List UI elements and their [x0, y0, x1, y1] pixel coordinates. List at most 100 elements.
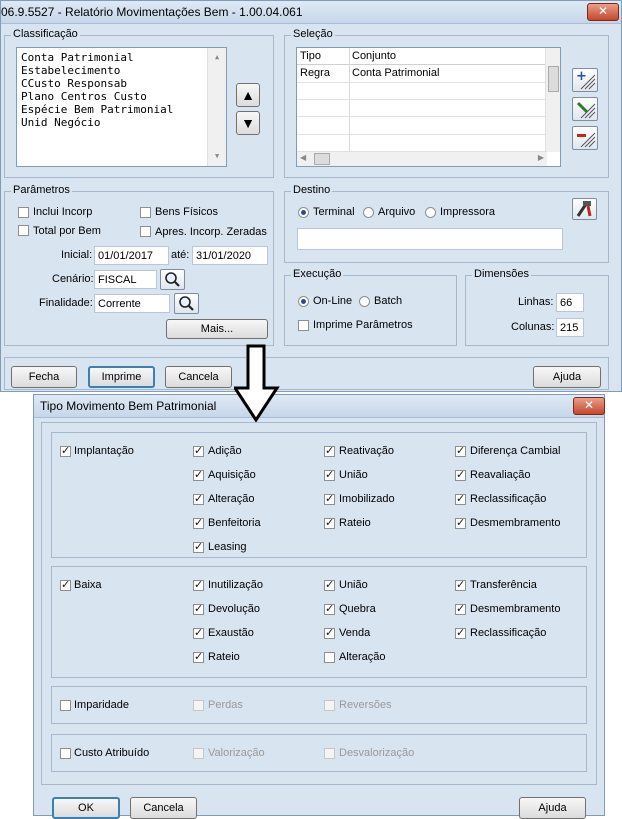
destino-path-field[interactable]	[297, 228, 563, 250]
total-por-bem-checkbox[interactable]	[18, 225, 29, 236]
mais-button[interactable]: Mais...	[166, 319, 268, 339]
online-label: On-Line	[313, 295, 353, 307]
finalidade-field[interactable]: Corrente	[94, 294, 170, 313]
search-icon	[165, 272, 180, 287]
column-header-tipo[interactable]: Tipo	[300, 50, 321, 62]
reclassificacao-checkbox[interactable]	[455, 492, 466, 505]
alteracao-checkbox[interactable]	[193, 492, 204, 505]
window-title: Tipo Movimento Bem Patrimonial	[40, 399, 217, 413]
table-row[interactable]: Regra Conta Patrimonial	[297, 65, 547, 82]
column-header-conjunto[interactable]: Conjunto	[352, 50, 396, 62]
list-item[interactable]: CCusto Responsab	[17, 77, 226, 90]
reversoes-checkbox[interactable]	[324, 700, 335, 711]
rateio-label: Rateio	[208, 651, 240, 663]
baixa-panel: Baixa Inutilização União Transferência D…	[51, 566, 587, 678]
leasing-checkbox[interactable]	[193, 540, 204, 553]
linhas-field[interactable]: 66	[556, 293, 584, 312]
list-item[interactable]: Plano Centros Custo	[17, 90, 226, 103]
rateio-label: Rateio	[339, 517, 371, 529]
devolucao-label: Devolução	[208, 603, 260, 615]
title-bar: Tipo Movimento Bem Patrimonial ✕	[34, 395, 605, 418]
scroll-thumb[interactable]	[548, 66, 559, 92]
desmembramento-checkbox[interactable]	[455, 516, 466, 529]
add-selection-button[interactable]: +	[572, 68, 598, 92]
edit-filter-icon	[576, 101, 596, 119]
arquivo-radio[interactable]	[363, 207, 374, 218]
scroll-thumb[interactable]	[314, 153, 330, 165]
desmembramento-label: Desmembramento	[470, 517, 561, 529]
list-item[interactable]: Unid Negócio	[17, 116, 226, 129]
online-radio[interactable]	[298, 296, 309, 307]
imprime-parametros-checkbox[interactable]	[298, 320, 309, 331]
exaustao-checkbox[interactable]	[193, 626, 204, 639]
rateio-checkbox[interactable]	[193, 650, 204, 663]
imobilizado-label: Imobilizado	[339, 493, 395, 505]
aquisicao-checkbox[interactable]	[193, 468, 204, 481]
batch-radio[interactable]	[359, 296, 370, 307]
baixa-checkbox[interactable]	[60, 578, 71, 591]
list-item[interactable]: Estabelecimento	[17, 64, 226, 77]
scroll-up-icon[interactable]: ▲	[211, 51, 219, 64]
close-button[interactable]: ✕	[587, 3, 619, 21]
impressora-radio[interactable]	[425, 207, 436, 218]
quebra-checkbox[interactable]	[324, 602, 335, 615]
selecao-grid[interactable]: Tipo Conjunto Regra Conta Patrimonial ◀ …	[296, 47, 561, 167]
imobilizado-checkbox[interactable]	[324, 492, 335, 505]
close-button[interactable]: ✕	[573, 397, 605, 415]
imprime-button[interactable]: Imprime	[88, 366, 155, 388]
inicial-date-field[interactable]: 01/01/2017	[94, 246, 169, 265]
grid-vscrollbar[interactable]	[545, 48, 560, 152]
apres-incorp-zeradas-checkbox[interactable]	[140, 226, 151, 237]
reclassificacao-checkbox[interactable]	[455, 626, 466, 639]
scroll-down-icon[interactable]: ▼	[211, 150, 219, 163]
terminal-radio[interactable]	[298, 207, 309, 218]
finalidade-search-button[interactable]	[174, 293, 199, 314]
desmembramento-checkbox[interactable]	[455, 602, 466, 615]
rateio-checkbox[interactable]	[324, 516, 335, 529]
remove-selection-button[interactable]	[572, 126, 598, 150]
uniao-checkbox[interactable]	[324, 578, 335, 591]
diferenca-cambial-checkbox[interactable]	[455, 444, 466, 457]
config-button[interactable]	[572, 198, 597, 220]
transferencia-checkbox[interactable]	[455, 578, 466, 591]
perdas-checkbox[interactable]	[193, 700, 204, 711]
implantacao-checkbox[interactable]	[60, 444, 71, 457]
scroll-right-icon[interactable]: ▶	[538, 153, 544, 162]
scroll-left-icon[interactable]: ◀	[300, 153, 306, 162]
valorizacao-checkbox[interactable]	[193, 748, 204, 759]
custo-atribuido-checkbox[interactable]	[60, 748, 71, 759]
edit-selection-button[interactable]	[572, 97, 598, 121]
desvalorizacao-checkbox[interactable]	[324, 748, 335, 759]
adicao-checkbox[interactable]	[193, 444, 204, 457]
grid-hscrollbar[interactable]: ◀ ▶	[297, 151, 547, 166]
alteracao-checkbox[interactable]	[324, 652, 335, 663]
cenario-field[interactable]: FISCAL	[94, 270, 157, 289]
alteracao-label: Alteração	[339, 651, 386, 663]
move-down-button[interactable]: ▼	[236, 111, 260, 135]
fecha-button[interactable]: Fecha	[11, 366, 77, 388]
list-item[interactable]: Conta Patrimonial	[17, 51, 226, 64]
destino-label: Destino	[291, 184, 333, 196]
alteracao-label: Alteração	[208, 493, 255, 505]
inclui-incorp-checkbox[interactable]	[18, 207, 29, 218]
reativacao-checkbox[interactable]	[324, 444, 335, 457]
imparidade-checkbox[interactable]	[60, 700, 71, 711]
devolucao-checkbox[interactable]	[193, 602, 204, 615]
move-up-button[interactable]: ▲	[236, 83, 260, 107]
list-item[interactable]: Espécie Bem Patrimonial	[17, 103, 226, 116]
ajuda-button[interactable]: Ajuda	[533, 366, 601, 388]
inutilizacao-checkbox[interactable]	[193, 578, 204, 591]
list-scrollbar[interactable]: ▲ ▼	[207, 48, 226, 166]
benfeitoria-checkbox[interactable]	[193, 516, 204, 529]
benfeitoria-label: Benfeitoria	[208, 517, 261, 529]
reavaliacao-checkbox[interactable]	[455, 468, 466, 481]
cancela-button[interactable]: Cancela	[165, 366, 232, 388]
bens-fisicos-checkbox[interactable]	[140, 207, 151, 218]
window-title: 06.9.5527 - Relatório Movimentações Bem …	[1, 5, 303, 19]
classificacao-list[interactable]: Conta Patrimonial Estabelecimento CCusto…	[16, 47, 227, 167]
venda-checkbox[interactable]	[324, 626, 335, 639]
colunas-field[interactable]: 215	[556, 318, 584, 337]
cenario-search-button[interactable]	[160, 269, 185, 290]
ate-date-field[interactable]: 31/01/2020	[192, 246, 268, 265]
uniao-checkbox[interactable]	[324, 468, 335, 481]
